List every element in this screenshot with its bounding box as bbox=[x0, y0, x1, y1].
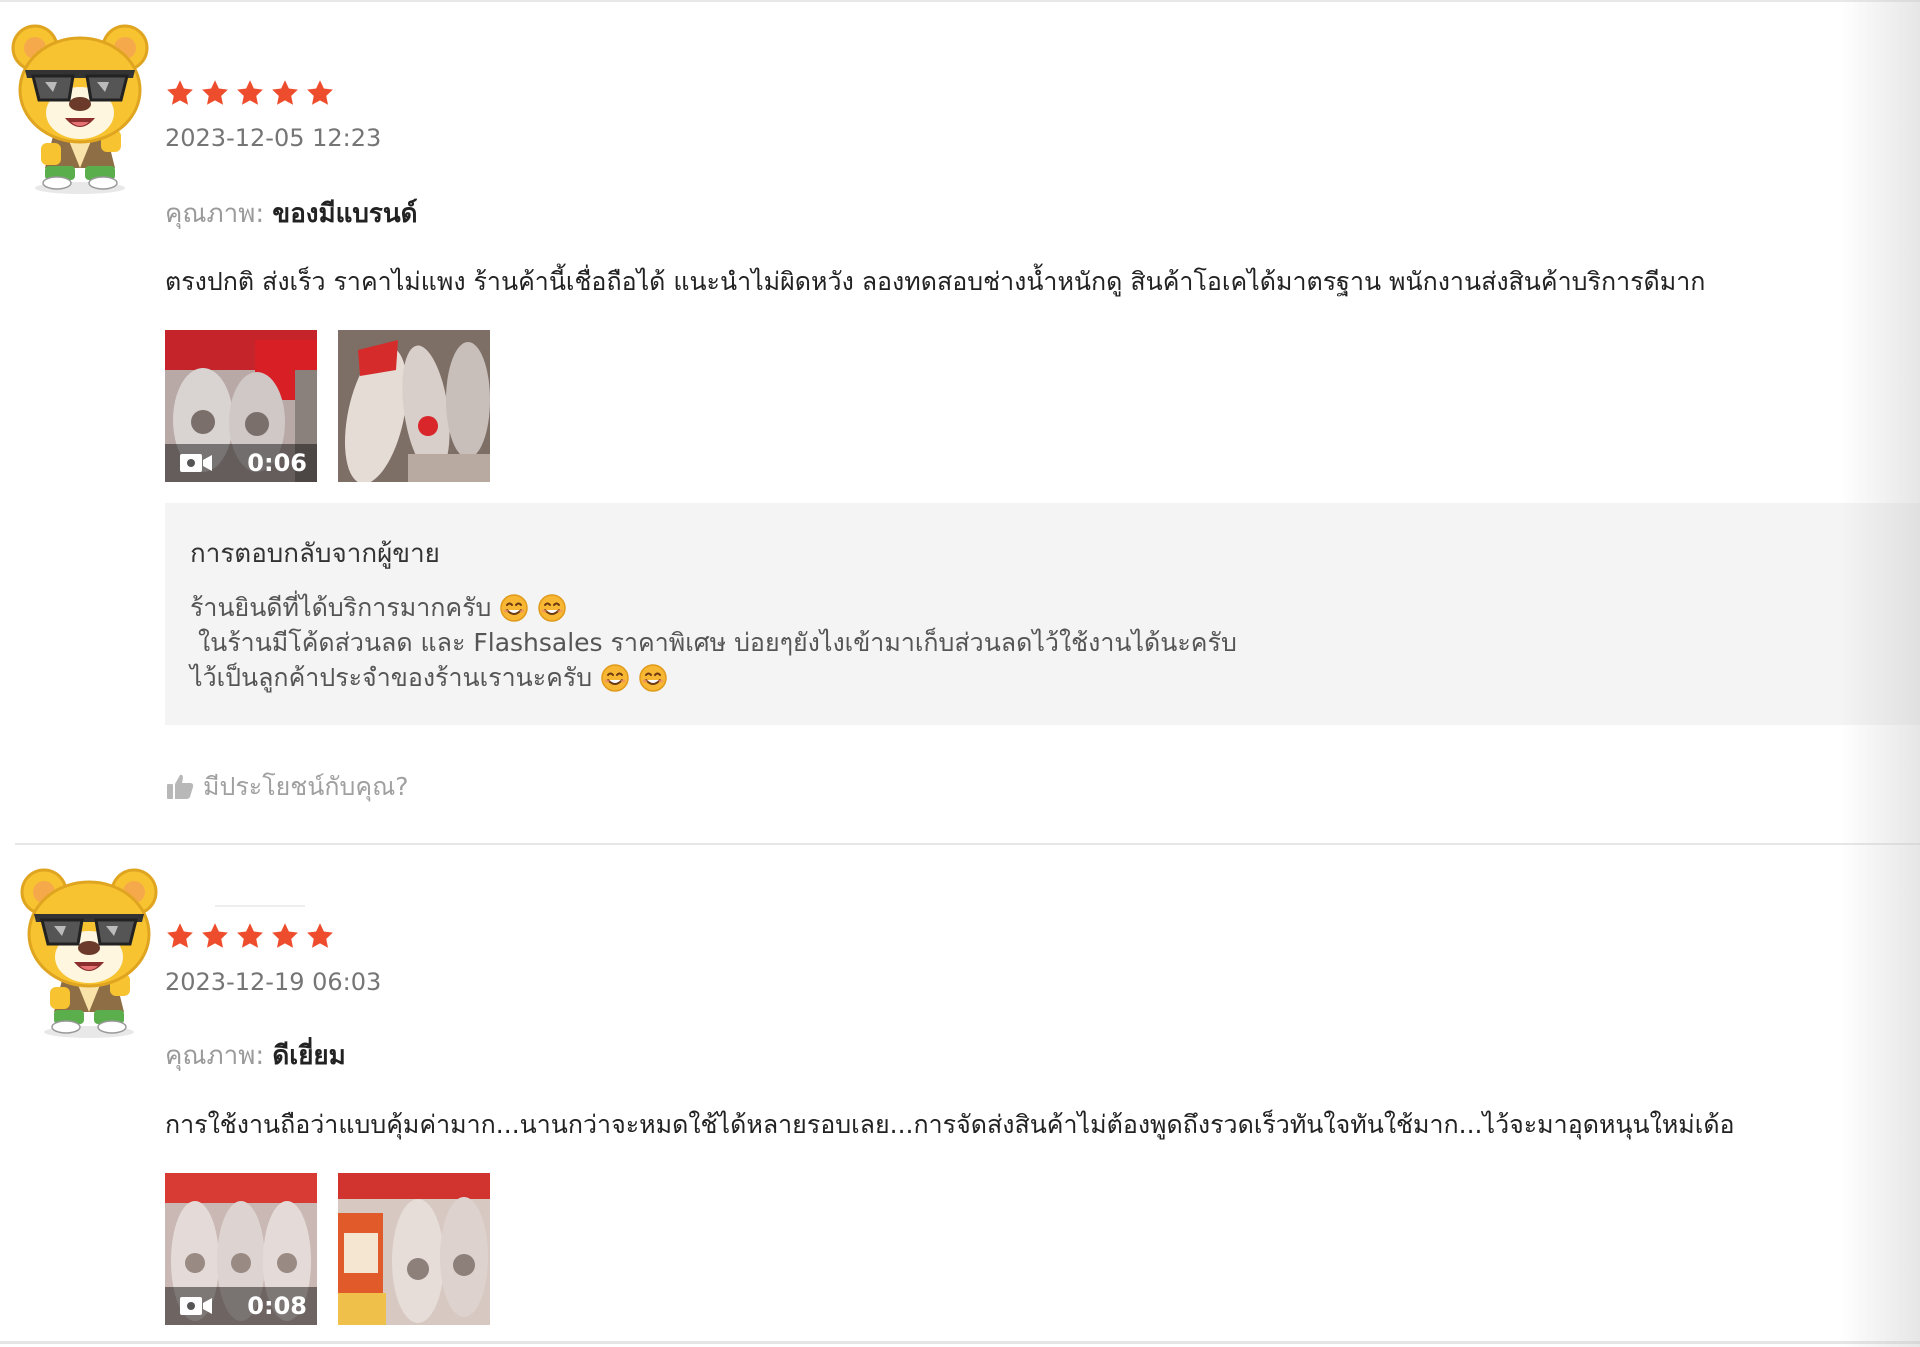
faint-divider bbox=[215, 905, 305, 907]
seller-reply-body: ร้านยินดีที่ได้บริการมากครับ ในร้านมีโค้… bbox=[190, 590, 1237, 695]
product-photo bbox=[338, 330, 490, 482]
review-text: ตรงปกติ ส่งเร็ว ราคาไม่แพง ร้านค้านี้เชื… bbox=[165, 267, 1706, 296]
star-icon bbox=[305, 921, 335, 951]
star-icon bbox=[270, 921, 300, 951]
video-thumbnail[interactable]: 0:08 bbox=[165, 1173, 317, 1325]
image-thumbnail[interactable] bbox=[338, 330, 490, 482]
seller-reply-line-text: ร้านยินดีที่ได้บริการมากครับ bbox=[190, 593, 492, 622]
quality-value: ดีเยี่ยม bbox=[272, 1041, 346, 1071]
review-timestamp: 2023-12-19 06:03 bbox=[165, 968, 382, 996]
video-thumbnail[interactable]: 0:06 bbox=[165, 330, 317, 482]
rating-stars bbox=[165, 78, 335, 108]
video-bar: 0:08 bbox=[165, 1287, 317, 1325]
rating-stars bbox=[165, 921, 335, 951]
video-camera-icon bbox=[179, 452, 213, 474]
video-camera-icon bbox=[179, 1295, 213, 1317]
quality-label: คุณภาพ: bbox=[165, 199, 265, 229]
video-bar: 0:06 bbox=[165, 444, 317, 482]
helpful-button[interactable]: มีประโยชน์กับคุณ? bbox=[165, 767, 409, 807]
smiling-face-emoji bbox=[638, 663, 668, 693]
star-icon bbox=[165, 921, 195, 951]
star-icon bbox=[270, 78, 300, 108]
smiling-face-emoji bbox=[537, 593, 567, 623]
star-icon bbox=[165, 78, 195, 108]
review-timestamp: 2023-12-05 12:23 bbox=[165, 124, 382, 152]
helpful-label[interactable]: มีประโยชน์กับคุณ? bbox=[203, 767, 409, 807]
review-media: 0:08 bbox=[165, 1173, 490, 1325]
smiling-face-emoji bbox=[499, 593, 529, 623]
video-duration: 0:08 bbox=[247, 1292, 307, 1320]
seller-reply-title: การตอบกลับจากผู้ขาย bbox=[190, 539, 440, 569]
star-icon bbox=[200, 78, 230, 108]
thumbs-up-icon[interactable] bbox=[165, 772, 195, 802]
quality-value: ของมีแบรนด์ bbox=[272, 199, 418, 229]
quality-row: คุณภาพ: ดีเยี่ยม bbox=[165, 1035, 346, 1076]
seller-reply-line: ร้านยินดีที่ได้บริการมากครับ bbox=[190, 590, 1237, 625]
bear-mascot-avatar[interactable] bbox=[14, 862, 164, 1042]
seller-reply-line: ในร้านมีโค้ดส่วนลด และ Flashsales ราคาพิ… bbox=[190, 625, 1237, 660]
seller-reply: การตอบกลับจากผู้ขาย ร้านยินดีที่ได้บริกา… bbox=[165, 503, 1920, 725]
star-icon bbox=[305, 78, 335, 108]
video-duration: 0:06 bbox=[247, 449, 307, 477]
seller-reply-line-text: ในร้านมีโค้ดส่วนลด และ Flashsales ราคาพิ… bbox=[190, 628, 1237, 657]
bear-mascot-avatar[interactable] bbox=[5, 18, 155, 198]
review-item: 2023-12-19 06:03 คุณภาพ: ดีเยี่ยม การใช้… bbox=[0, 845, 1920, 1341]
product-photo bbox=[338, 1173, 490, 1325]
seller-reply-line-text: ไว้เป็นลูกค้าประจำของร้านเรานะครับ bbox=[190, 663, 593, 692]
review-text: การใช้งานถือว่าแบบคุ้มค่ามาก...นานกว่าจะ… bbox=[165, 1110, 1735, 1139]
image-thumbnail[interactable] bbox=[338, 1173, 490, 1325]
quality-row: คุณภาพ: ของมีแบรนด์ bbox=[165, 193, 418, 234]
bottom-border bbox=[0, 1341, 1920, 1344]
review-media: 0:06 bbox=[165, 330, 490, 482]
review-item: 2023-12-05 12:23 คุณภาพ: ของมีแบรนด์ ตรง… bbox=[0, 0, 1920, 845]
seller-reply-line: ไว้เป็นลูกค้าประจำของร้านเรานะครับ bbox=[190, 660, 1237, 695]
star-icon bbox=[235, 921, 265, 951]
quality-label: คุณภาพ: bbox=[165, 1041, 265, 1071]
smiling-face-emoji bbox=[600, 663, 630, 693]
star-icon bbox=[200, 921, 230, 951]
star-icon bbox=[235, 78, 265, 108]
